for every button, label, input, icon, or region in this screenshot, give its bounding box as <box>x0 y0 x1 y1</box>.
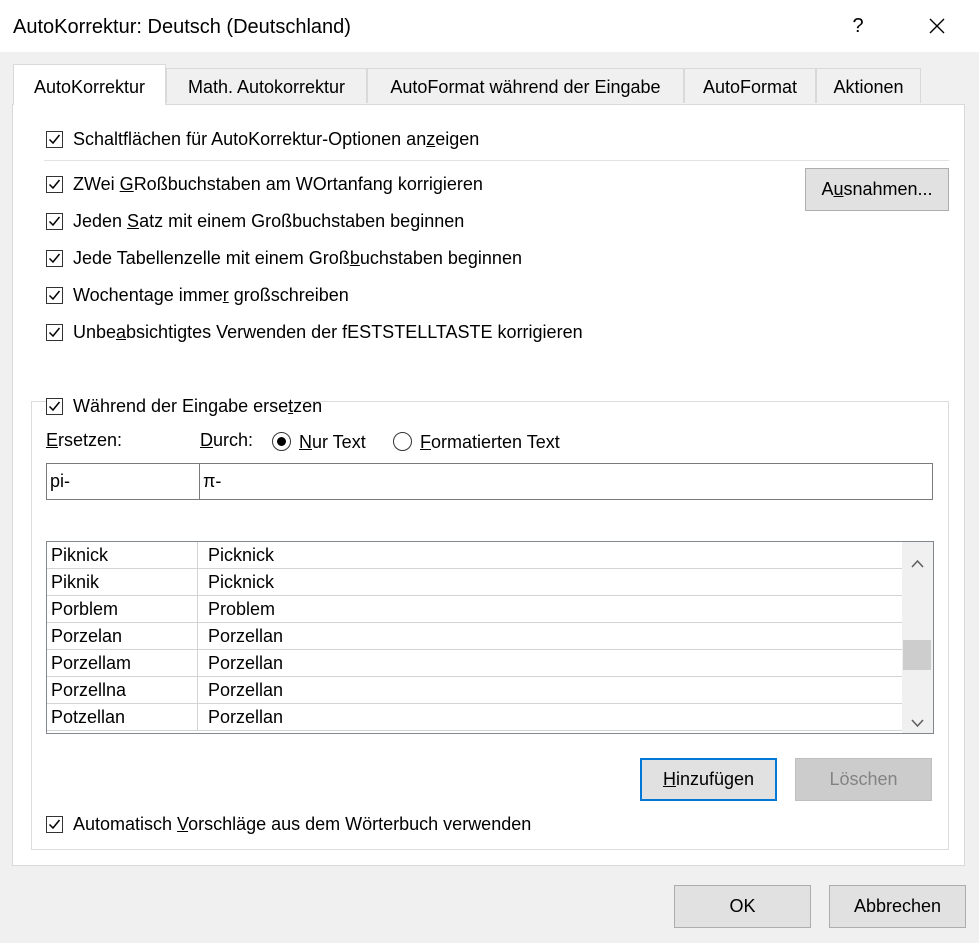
list-cell-from: Porzellam <box>51 653 132 673</box>
checkbox[interactable] <box>46 324 63 341</box>
list-cell-from: Piknik <box>51 572 100 592</box>
check-icon <box>48 216 61 227</box>
title-bar: AutoKorrektur: Deutsch (Deutschland) ? <box>0 0 979 52</box>
list-cell-to: Picknick <box>208 545 275 565</box>
tab-aktionen[interactable]: Aktionen <box>816 68 921 103</box>
radio-button[interactable] <box>393 432 412 451</box>
list-row[interactable]: Porzellam Porzellan <box>47 650 902 677</box>
check-icon <box>48 253 61 264</box>
list-cell-to: Picknick <box>208 572 275 592</box>
with-input[interactable]: π- <box>199 463 933 500</box>
list-cell-from: Piknick <box>51 545 109 565</box>
list-row[interactable]: Piknick Picknick <box>47 542 902 569</box>
tab-autoformat[interactable]: AutoFormat <box>684 68 816 103</box>
checkbox[interactable] <box>46 131 63 148</box>
option-label: Unbeabsichtigtes Verwenden der fESTSTELL… <box>73 322 583 342</box>
close-button[interactable] <box>916 8 960 44</box>
list-cell-from: Porzellna <box>51 680 127 700</box>
scroll-down-arrow-icon[interactable] <box>911 712 924 733</box>
ok-button[interactable]: OK <box>674 885 811 928</box>
with-label: Durch: <box>200 430 254 450</box>
cancel-button[interactable]: Abbrechen <box>829 885 966 928</box>
scroll-thumb[interactable] <box>903 640 931 670</box>
option-label: Während der Eingabe ersetzen <box>73 396 323 416</box>
checkbox[interactable] <box>46 816 63 833</box>
option-replace-while-typing[interactable]: Während der Eingabe ersetzen <box>46 396 322 421</box>
check-icon <box>48 134 61 145</box>
check-icon <box>48 327 61 338</box>
option-label: Schaltflächen für AutoKorrektur-Optionen… <box>73 129 480 149</box>
option-label: ZWei GRoßbuchstaben am WOrtanfang korrig… <box>73 174 483 194</box>
replace-label: Ersetzen: <box>46 430 123 450</box>
list-row[interactable]: Porzellna Porzellan <box>47 677 902 704</box>
separator <box>44 160 949 161</box>
option-label: Automatisch Vorschläge aus dem Wörterbuc… <box>73 814 532 834</box>
list-cell-to: Porzellan <box>208 707 284 727</box>
radio-plain-text[interactable]: Nur Text <box>272 432 382 454</box>
scroll-up-arrow-icon[interactable] <box>911 552 924 573</box>
checkbox[interactable] <box>46 250 63 267</box>
list-cell-to: Problem <box>208 599 276 619</box>
checkbox[interactable] <box>46 398 63 415</box>
delete-button[interactable]: Löschen <box>795 758 932 801</box>
check-icon <box>48 179 61 190</box>
list-cell-from: Porblem <box>51 599 119 619</box>
window-title: AutoKorrektur: Deutsch (Deutschland) <box>13 16 351 38</box>
list-cell-from: Porzelan <box>51 626 123 646</box>
list-cell-to: Porzellan <box>208 653 284 673</box>
radio-label: Nur Text <box>299 432 366 452</box>
list-cell-from: Potzellan <box>51 707 126 727</box>
checkbox[interactable] <box>46 213 63 230</box>
radio-selected-dot <box>277 437 286 446</box>
list-row[interactable]: Porblem Problem <box>47 596 902 623</box>
checkbox[interactable] <box>46 287 63 304</box>
list-scrollbar[interactable] <box>902 542 933 733</box>
tab-math-autokorrektur[interactable]: Math. Autokorrektur <box>166 68 367 103</box>
checkbox[interactable] <box>46 176 63 193</box>
check-icon <box>48 401 61 412</box>
option-label: Jede Tabellenzelle mit einem Großbuchsta… <box>73 248 522 268</box>
list-cell-to: Porzellan <box>208 680 284 700</box>
replace-input[interactable]: pi- <box>46 463 201 500</box>
add-button[interactable]: Hinzufügen <box>640 758 777 801</box>
radio-formatted-text[interactable]: Formatierten Text <box>393 432 578 454</box>
list-row[interactable]: Porzelan Porzellan <box>47 623 902 650</box>
list-cell-to: Porzellan <box>208 626 284 646</box>
check-icon <box>48 819 61 830</box>
check-icon <box>48 290 61 301</box>
tab-autokorrektur[interactable]: AutoKorrektur <box>13 64 166 105</box>
replacement-list[interactable]: Piknick Picknick Piknik Picknick Porblem Pr… <box>46 541 934 734</box>
exceptions-button[interactable]: Ausnahmen... <box>805 168 949 211</box>
radio-button[interactable] <box>272 432 291 451</box>
list-row[interactable]: Piknik Picknick <box>47 569 902 596</box>
option-label: Jeden Satz mit einem Großbuchstaben begi… <box>73 211 465 231</box>
list-row[interactable]: Potzellan Porzellan <box>47 704 902 731</box>
tab-autoformat-typing[interactable]: AutoFormat während der Eingabe <box>367 68 684 103</box>
radio-label: Formatierten Text <box>420 432 560 452</box>
option-label: Wochentage immer großschreiben <box>73 285 349 305</box>
help-button[interactable]: ? <box>838 8 878 44</box>
